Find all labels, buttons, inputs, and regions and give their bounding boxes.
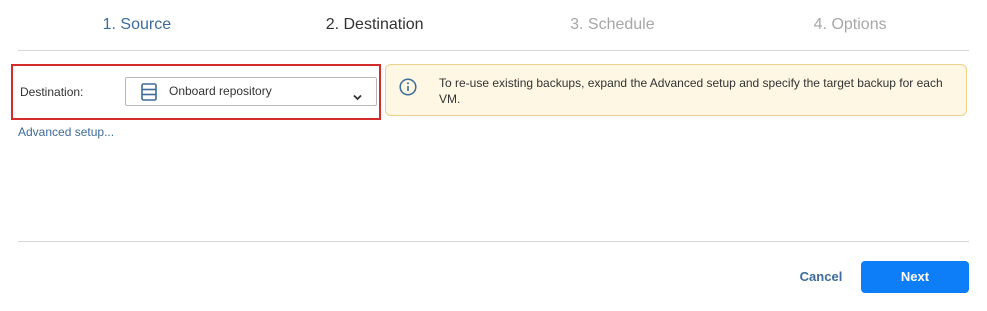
repository-icon [141,83,157,101]
info-icon [399,78,417,96]
info-message-text: To re-use existing backups, expand the A… [439,76,943,106]
destination-select-value: Onboard repository [169,84,272,98]
destination-label: Destination: [20,85,84,99]
cancel-button[interactable]: Cancel [790,261,852,293]
advanced-setup-link[interactable]: Advanced setup... [18,125,114,139]
info-message: To re-use existing backups, expand the A… [385,64,967,116]
footer-divider [18,241,969,242]
destination-select[interactable]: Onboard repository [125,77,377,106]
next-button[interactable]: Next [861,261,969,293]
backup-job-wizard: 1. Source 2. Destination 3. Schedule 4. … [0,0,987,311]
destination-row: Destination: Onboard repository [11,64,381,120]
step-source[interactable]: 1. Source [18,0,256,50]
step-schedule: 3. Schedule [570,16,655,33]
chevron-down-icon [353,88,362,101]
step-destination: 2. Destination [325,16,424,33]
wizard-steps: 1. Source 2. Destination 3. Schedule 4. … [18,0,969,51]
step-options: 4. Options [813,16,887,33]
